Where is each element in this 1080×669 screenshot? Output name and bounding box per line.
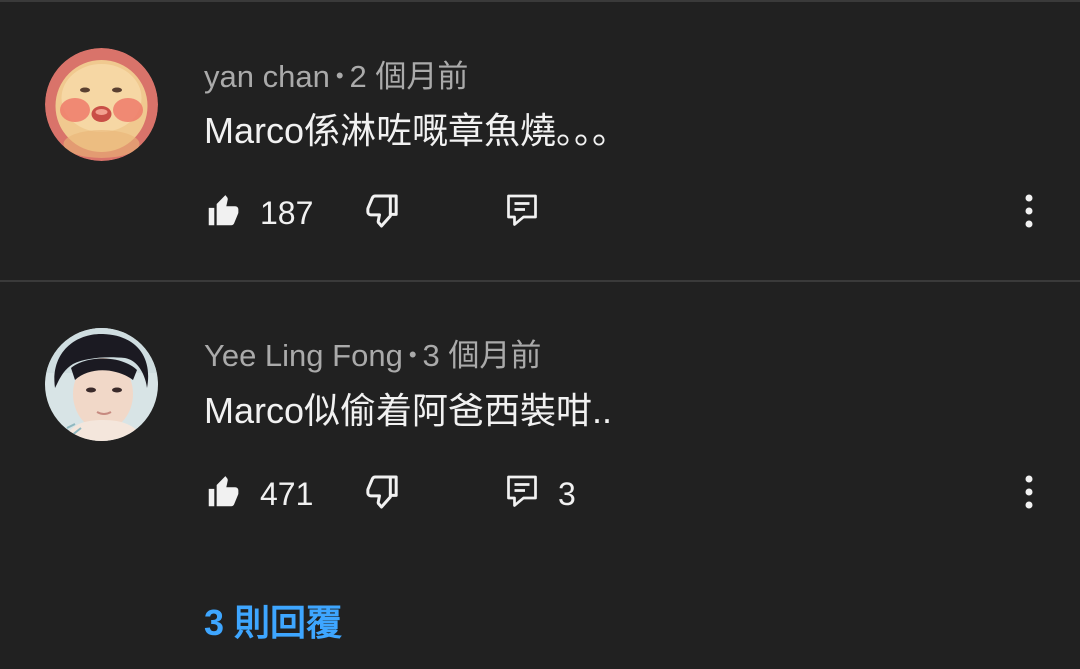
like-button[interactable]: 187 (204, 188, 313, 238)
thumbs-down-icon (362, 472, 402, 517)
like-button[interactable]: 471 (204, 469, 313, 519)
more-options-button[interactable] (1014, 469, 1044, 519)
thumbs-up-icon (204, 473, 242, 516)
comments-page: yan chan • 2 個月前 Marco係淋咗嘅章魚燒。。。 187 Yee… (0, 0, 1080, 669)
author-name[interactable]: yan chan (204, 59, 330, 94)
person-photo-avatar (45, 328, 158, 441)
thumbs-down-icon (362, 191, 402, 236)
comment-item: yan chan • 2 個月前 Marco係淋咗嘅章魚燒。。。 187 (0, 0, 1080, 280)
avatar[interactable] (45, 48, 158, 161)
comment-time: 2 個月前 (349, 59, 469, 94)
author-name[interactable]: Yee Ling Fong (204, 338, 403, 373)
reply-button[interactable]: 3 (504, 469, 576, 519)
comment-time: 3 個月前 (422, 338, 542, 373)
meta-separator: • (335, 63, 344, 88)
comment-item: Yee Ling Fong • 3 個月前 Marco似偷着阿爸西裝咁.. 471 … (0, 282, 1080, 669)
comment-actions: 187 (204, 188, 1054, 238)
view-replies-link[interactable]: 3 則回覆 (204, 594, 342, 646)
dislike-button[interactable] (362, 188, 402, 238)
like-count: 187 (260, 194, 314, 231)
comment-reply-icon (504, 191, 540, 236)
comment-actions: 471 3 (204, 469, 1054, 519)
thumbs-up-icon (204, 192, 242, 235)
avatar[interactable] (45, 328, 158, 441)
more-options-button[interactable] (1014, 188, 1044, 238)
cartoon-face-avatar (45, 48, 158, 161)
comment-text: Marco係淋咗嘅章魚燒。。。 (204, 110, 629, 151)
more-vertical-icon (1024, 193, 1034, 234)
comment-meta: Yee Ling Fong • 3 個月前 (204, 330, 541, 375)
dislike-button[interactable] (362, 469, 402, 519)
more-vertical-icon (1024, 474, 1034, 515)
like-count: 471 (260, 475, 314, 512)
reply-button[interactable] (504, 188, 558, 238)
comment-meta: yan chan • 2 個月前 (204, 51, 468, 96)
reply-count: 3 (558, 475, 576, 512)
comment-text: Marco似偷着阿爸西裝咁.. (204, 390, 613, 431)
meta-separator: • (408, 342, 417, 367)
comment-reply-icon (504, 472, 540, 517)
